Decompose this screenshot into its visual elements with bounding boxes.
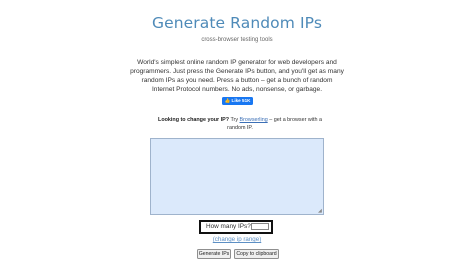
copy-to-clipboard-button[interactable]: Copy to clipboard [234,249,279,259]
intro-text: World's simplest online random IP genera… [130,59,344,94]
resize-grip-icon[interactable]: ◢ [318,209,323,214]
change-ip-range-link[interactable]: (change ip range) [213,236,262,243]
ip-count-label: How many IPs? [206,223,251,230]
browserling-link[interactable]: Browserling [240,117,268,123]
generate-ips-button[interactable]: Generate IPs [197,249,231,259]
page: Generate Random IPs cross-browser testin… [0,0,474,273]
page-subtitle: cross-browser testing tools [201,37,273,43]
change-ip-note: Looking to change your IP? Try Browserli… [150,116,330,132]
ip-output-textarea[interactable] [150,138,324,215]
facebook-like-button[interactable]: 👍 Like 51K [222,97,253,105]
change-range-row: (change ip range) [0,236,474,244]
change-ip-question: Looking to change your IP? [158,117,230,123]
change-ip-try: Try [230,117,239,123]
page-title: Generate Random IPs [151,14,323,32]
ip-count-input[interactable] [251,223,269,230]
